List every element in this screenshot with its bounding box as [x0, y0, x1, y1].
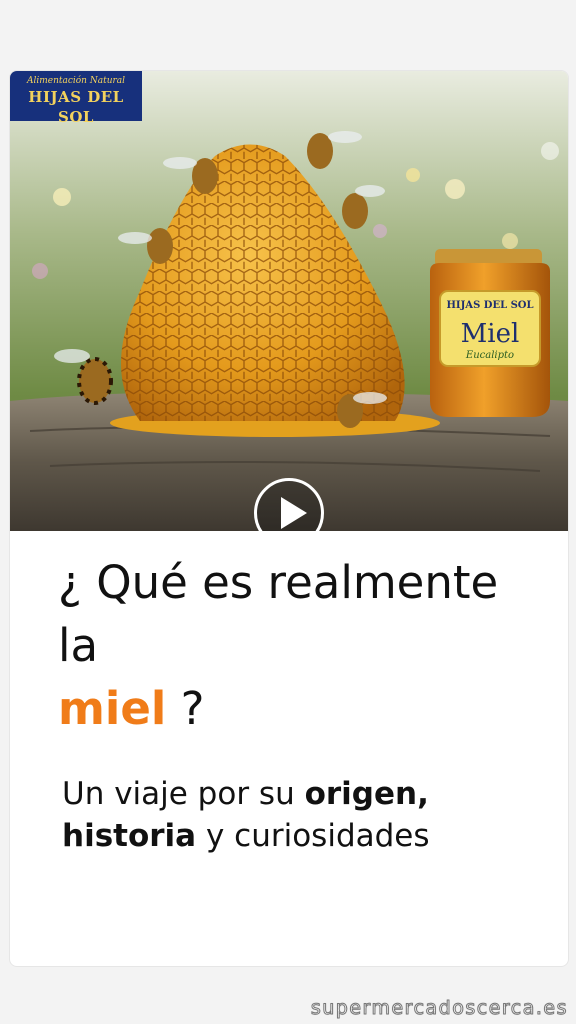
site-watermark: supermercadoscerca.es [310, 997, 568, 1020]
subtitle-bold-2: historia [62, 818, 197, 854]
title-accent: miel [58, 682, 167, 735]
jar-brand-text: HIJAS DEL SOL [446, 300, 533, 311]
subtitle-bold-1: origen, [304, 776, 429, 812]
jar-label-text: Miel [461, 319, 520, 349]
article-title: ¿ Qué es realmente la miel ? [58, 551, 538, 740]
post-card: HIJAS DEL SOL Miel Eucalipto Alimentació… [9, 70, 569, 967]
title-end: ? [166, 682, 205, 735]
subtitle-text-1: Un viaje por su [62, 776, 305, 812]
subtitle-text-2: y curiosidades [196, 818, 430, 854]
article-subtitle: Un viaje por su origen, historia y curio… [62, 773, 542, 857]
title-text: ¿ Qué es realmente la [58, 556, 499, 672]
hero-image[interactable]: HIJAS DEL SOL Miel Eucalipto Alimentació… [10, 71, 568, 531]
jar-sublabel-text: Eucalipto [465, 350, 514, 361]
brand-logo: Alimentación Natural HIJAS DEL SOL [10, 71, 142, 126]
brand-name: HIJAS DEL SOL [28, 88, 124, 126]
brand-tagline: Alimentación Natural [26, 76, 126, 86]
honeycomb-illustration: HIJAS DEL SOL Miel Eucalipto [10, 71, 568, 531]
